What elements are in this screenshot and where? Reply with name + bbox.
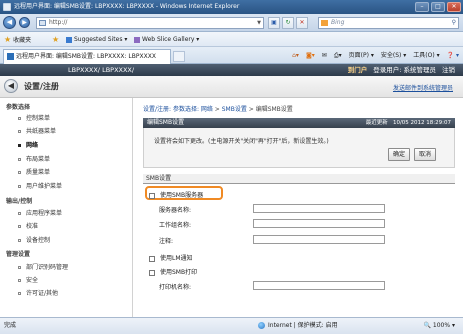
web-slice-icon (134, 36, 140, 43)
sidebar-item-quality-menu[interactable]: 质量菜单 (18, 167, 50, 176)
main-content: 设置/注册: 参数选择: 网络 > SMB设置 > 编辑SMB设置 编辑SMB设… (139, 98, 459, 317)
suggested-sites-icon (66, 36, 72, 43)
home-icon[interactable]: ⌂▾ (292, 49, 299, 62)
sidebar-item-control-menu[interactable]: 控制菜单 (18, 113, 50, 122)
add-favorites-icon[interactable]: ★ (52, 32, 59, 48)
favorites-star-icon: ★ (4, 35, 12, 44)
sidebar-item-license-other[interactable]: 许可证/其他 (18, 288, 58, 297)
status-bar: 完成 Internet | 保护模式: 启用 🔍 100% ▾ (0, 317, 463, 334)
close-window-button[interactable]: ✕ (447, 2, 461, 12)
page-menu[interactable]: 页面(P) ▾ (349, 49, 374, 62)
logout-link[interactable]: 注销 (442, 64, 455, 76)
zoom-level[interactable]: 🔍 100% ▾ (424, 318, 455, 334)
favorites-bar: ★ 收藏夹 ★ Suggested Sites ▾ Web Slice Gall… (0, 32, 463, 47)
use-lm-row: 使用LM通知 (149, 253, 193, 262)
feeds-icon[interactable]: ◙▾ (306, 49, 315, 62)
sidebar: 参数选择 控制菜单 共纸器菜单 网络 布局菜单 质量菜单 用户维护菜单 输出/控… (0, 98, 133, 317)
tab-page-icon (7, 53, 14, 60)
safety-menu[interactable]: 安全(S) ▾ (381, 49, 406, 62)
security-zone[interactable]: Internet | 保护模式: 启用 (258, 318, 338, 334)
comment-label: 注释: (159, 238, 174, 245)
maximize-button[interactable]: □ (431, 2, 445, 12)
comment-input[interactable] (253, 235, 385, 244)
suggested-sites-link[interactable]: Suggested Sites ▾ (66, 32, 127, 47)
globe-icon (258, 322, 265, 329)
breadcrumb-smb-link[interactable]: SMB设置 (222, 106, 247, 113)
use-smb-server-row: 使用SMB服务器 (149, 190, 203, 199)
new-tab-button[interactable] (173, 51, 185, 62)
address-toolbar: ◀ ▶ http:// ▼ ▣ ↻ ✕ Bing ⚲ (0, 14, 463, 32)
portal-link[interactable]: 到门户 (348, 64, 368, 76)
ok-button[interactable]: 确定 (388, 148, 410, 161)
workgroup-input[interactable] (253, 219, 385, 228)
sidebar-item-device-control[interactable]: 设备控制 (18, 235, 50, 244)
compatibility-view-icon[interactable]: ▣ (268, 17, 280, 29)
search-input[interactable]: Bing ⚲ (318, 17, 459, 29)
command-bar: ⌂▾ ◙▾ ✉ ⎙▾ 页面(P) ▾ 安全(S) ▾ 工具(O) ▾ ❓ ▾ (292, 49, 459, 62)
printer-name-input[interactable] (253, 281, 385, 290)
minimize-button[interactable]: – (415, 2, 429, 12)
sidebar-item-application-menu[interactable]: 应用程序菜单 (18, 208, 62, 217)
window-title: 远程用户界面: 编辑SMB设置: LBPXXXX: LBPXXXX - Wind… (14, 3, 240, 10)
server-name-input[interactable] (253, 204, 385, 213)
cancel-button[interactable]: 取消 (414, 148, 436, 161)
mail-admin-link[interactable]: 发送邮件到系统管理员 (393, 83, 453, 92)
search-icon[interactable]: ⚲ (452, 18, 456, 28)
use-smb-print-row: 使用SMB打印 (149, 267, 197, 276)
last-updated: 最近更新 10/05 2012 18:29:07 (365, 120, 451, 126)
page-subheader: ◀ 设置/注册 发送邮件到系统管理员 (0, 76, 463, 98)
sidebar-item-network[interactable]: 网络 (18, 140, 38, 149)
login-user: 登录用户: 系统管理员 (373, 66, 436, 74)
settings-home-icon[interactable]: ◀ (4, 79, 18, 93)
help-menu[interactable]: ❓ ▾ (447, 49, 459, 62)
sidebar-section-output-control: 输出/控制 (6, 198, 33, 205)
panel-body: 设置将会如下更改。(主电源开关"关闭"再"打开"后，新设置生效。) 确定 取消 (143, 128, 455, 168)
browser-tab[interactable]: 远程用户界面: 编辑SMB设置: LBPXXXX: LBPXXXX (3, 49, 171, 64)
sidebar-item-calibration[interactable]: 校准 (18, 221, 38, 230)
panel-title: 编辑SMB设置 (147, 119, 185, 126)
sidebar-item-layout-menu[interactable]: 布局菜单 (18, 154, 50, 163)
read-mail-icon[interactable]: ✉ (322, 49, 327, 62)
sidebar-item-user-maintenance-menu[interactable]: 用户维护菜单 (18, 181, 62, 190)
smb-settings-section: SMB设置 (143, 174, 455, 184)
breadcrumb: 设置/注册: 参数选择: 网络 > SMB设置 > 编辑SMB设置 (143, 106, 293, 113)
use-smb-server-checkbox[interactable] (149, 192, 155, 199)
refresh-icon[interactable]: ↻ (282, 17, 294, 29)
web-slice-gallery-link[interactable]: Web Slice Gallery ▾ (134, 32, 199, 47)
workgroup-label: 工作组名称: (159, 222, 192, 229)
sidebar-section-management: 管理设置 (6, 251, 31, 258)
favorites-button[interactable]: ★ 收藏夹 (4, 32, 31, 48)
device-model: LBPXXXX/ LBPXXXX/ (68, 66, 135, 74)
window-controls: – □ ✕ (415, 2, 461, 12)
ie-window-icon (3, 3, 11, 11)
printer-name-label: 打印机名称: (159, 284, 192, 291)
stop-icon[interactable]: ✕ (296, 17, 308, 29)
tab-bar: 远程用户界面: 编辑SMB设置: LBPXXXX: LBPXXXX ⌂▾ ◙▾ … (0, 47, 463, 64)
use-smb-print-checkbox[interactable] (149, 269, 155, 276)
smb-settings-form: 使用SMB服务器 服务器名称: 工作组名称: 注释: 使用LM通知 使用SMB打… (143, 185, 455, 317)
app-header: LBPXXXX/ LBPXXXX/ 到门户 登录用户: 系统管理员 注销 (0, 64, 463, 76)
sidebar-item-department-id[interactable]: 部门识别码管理 (18, 262, 68, 271)
status-text: 完成 (4, 322, 17, 329)
breadcrumb-network-link[interactable]: 设置/注册: 参数选择: 网络 (143, 106, 213, 113)
bing-icon (321, 20, 328, 26)
address-input[interactable]: http:// ▼ (36, 17, 264, 29)
back-button[interactable]: ◀ (3, 16, 16, 29)
sidebar-section-preferences: 参数选择 (6, 104, 31, 111)
sidebar-item-feeder-menu[interactable]: 共纸器菜单 (18, 126, 56, 135)
tools-menu[interactable]: 工具(O) ▾ (413, 49, 439, 62)
forward-button[interactable]: ▶ (19, 17, 30, 28)
breadcrumb-current: 编辑SMB设置 (255, 106, 293, 113)
window-titlebar: 远程用户界面: 编辑SMB设置: LBPXXXX: LBPXXXX - Wind… (0, 0, 463, 14)
chevron-down-icon[interactable]: ▼ (257, 18, 261, 28)
page-title: 设置/注册 (24, 82, 59, 91)
use-lm-checkbox[interactable] (149, 255, 155, 262)
sidebar-item-security[interactable]: 安全 (18, 275, 38, 284)
notice-text: 设置将会如下更改。(主电源开关"关闭"再"打开"后，新设置生效。) (154, 138, 329, 145)
panel-header: 编辑SMB设置 最近更新 10/05 2012 18:29:07 (143, 118, 455, 128)
page-icon (39, 20, 46, 26)
server-name-label: 服务器名称: (159, 207, 192, 214)
print-icon[interactable]: ⎙▾ (334, 49, 342, 62)
